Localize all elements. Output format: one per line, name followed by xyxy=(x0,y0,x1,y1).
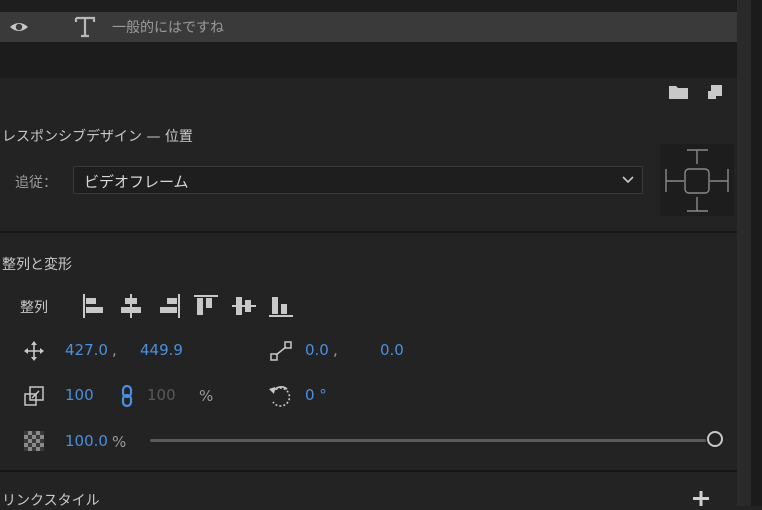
section-title-responsive: レスポンシブデザイン — 位置 xyxy=(2,129,193,145)
align-top-icon[interactable] xyxy=(193,293,219,319)
layer-list-empty-area xyxy=(0,42,737,78)
align-horizontal-center-icon[interactable] xyxy=(118,293,144,319)
align-vertical-center-icon[interactable] xyxy=(231,293,257,319)
align-label: 整列 xyxy=(20,300,48,316)
anchor-x-value[interactable]: 0.0 xyxy=(305,341,329,359)
position-x-value[interactable]: 427.0 xyxy=(65,341,108,359)
section-title-align-transform: 整列と変形 xyxy=(2,257,72,273)
follow-dropdown-value[interactable]: ビデオフレーム xyxy=(84,171,189,192)
panel-top-strip xyxy=(0,0,737,12)
follow-label: 追従： xyxy=(15,175,57,191)
opacity-checker-icon xyxy=(24,431,44,451)
align-bottom-icon[interactable] xyxy=(268,293,294,319)
section-divider xyxy=(0,231,737,233)
section-divider xyxy=(0,470,737,472)
folder-icon[interactable] xyxy=(668,84,689,100)
move-position-icon xyxy=(23,340,45,362)
scale-value[interactable]: 100 xyxy=(65,386,94,404)
opacity-unit: % xyxy=(112,433,127,451)
scale-unit: % xyxy=(199,387,214,405)
opacity-slider-handle[interactable] xyxy=(707,431,723,447)
anchor-y-value[interactable]: 0.0 xyxy=(380,341,404,359)
layer-row[interactable] xyxy=(0,12,737,42)
align-right-icon[interactable] xyxy=(156,293,182,319)
anchor-separator: , xyxy=(333,341,338,359)
opacity-slider-track[interactable] xyxy=(150,439,706,442)
link-chain-icon[interactable] xyxy=(120,384,134,408)
rotation-value[interactable]: 0 ° xyxy=(305,386,327,404)
scale-icon xyxy=(23,385,45,407)
pin-anchor-widget[interactable] xyxy=(660,144,734,216)
scale-height-value: 100 xyxy=(147,386,176,404)
text-tool-icon xyxy=(73,15,97,39)
position-separator: , xyxy=(112,341,117,359)
opacity-value[interactable]: 100.0 xyxy=(65,432,108,450)
eye-icon[interactable] xyxy=(8,18,30,36)
section-title-link-styles: リンクスタイル xyxy=(2,493,100,509)
layer-name[interactable]: 一般的にはですね xyxy=(112,17,224,37)
new-item-icon[interactable] xyxy=(706,83,724,101)
plus-icon[interactable] xyxy=(693,491,709,506)
anchor-point-icon xyxy=(269,339,293,363)
position-y-value[interactable]: 449.9 xyxy=(140,341,183,359)
panel-scrollbar[interactable] xyxy=(737,0,751,506)
chevron-down-icon[interactable] xyxy=(621,172,635,186)
rotation-icon xyxy=(267,383,293,409)
panel-edge xyxy=(751,0,762,506)
align-left-icon[interactable] xyxy=(81,293,107,319)
